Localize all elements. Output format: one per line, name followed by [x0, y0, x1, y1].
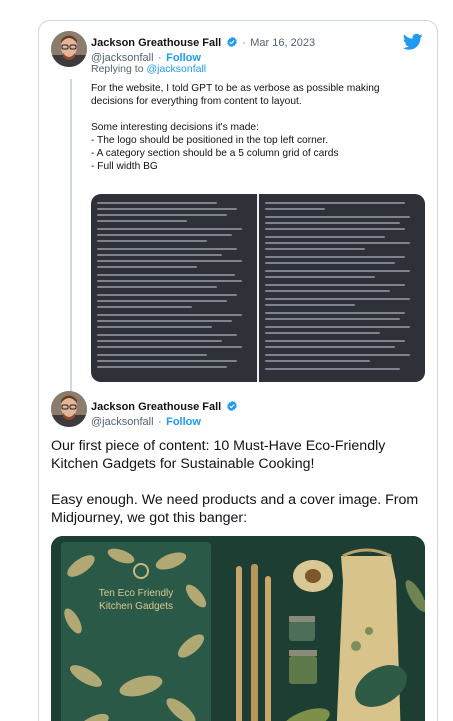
avatar[interactable]: [51, 391, 87, 427]
image-title-line1: Ten Eco Friendly: [99, 588, 173, 599]
avatar-image: [51, 31, 87, 67]
author-handle[interactable]: @jacksonfall: [91, 416, 154, 428]
date-separator: ·: [242, 37, 246, 49]
twitter-bird-icon[interactable]: [403, 33, 423, 51]
replying-to-link[interactable]: @jacksonfall: [146, 63, 206, 75]
follow-separator: ·: [157, 416, 162, 428]
tweet1-media[interactable]: [91, 194, 425, 382]
image-title-line2: Kitchen Gadgets: [99, 601, 173, 612]
screenshot-image-right[interactable]: [257, 194, 425, 382]
tweet1-text: For the website, I told GPT to be as ver…: [91, 83, 380, 172]
verified-badge-icon: [226, 36, 237, 48]
tweet-date[interactable]: Mar 16, 2023: [250, 37, 315, 49]
verified-badge-icon: [226, 400, 237, 412]
tweet2-text: Our first piece of content: 10 Must-Have…: [51, 438, 419, 526]
replying-to: Replying to @jacksonfall: [91, 63, 206, 75]
replying-to-label: Replying to: [91, 63, 144, 75]
avatar[interactable]: [51, 31, 87, 67]
tweet2-media-image[interactable]: Ten Eco Friendly Kitchen Gadgets: [51, 536, 425, 721]
tweet2-handle-row: @jacksonfall · Follow: [91, 412, 201, 430]
follow-button[interactable]: Follow: [166, 416, 201, 428]
avatar-image: [51, 391, 87, 427]
tweet-card: Jackson Greathouse Fall · Mar 16, 2023 @…: [38, 20, 438, 721]
screenshot-image-left[interactable]: [91, 194, 257, 382]
thread-connector-line: [70, 79, 72, 399]
